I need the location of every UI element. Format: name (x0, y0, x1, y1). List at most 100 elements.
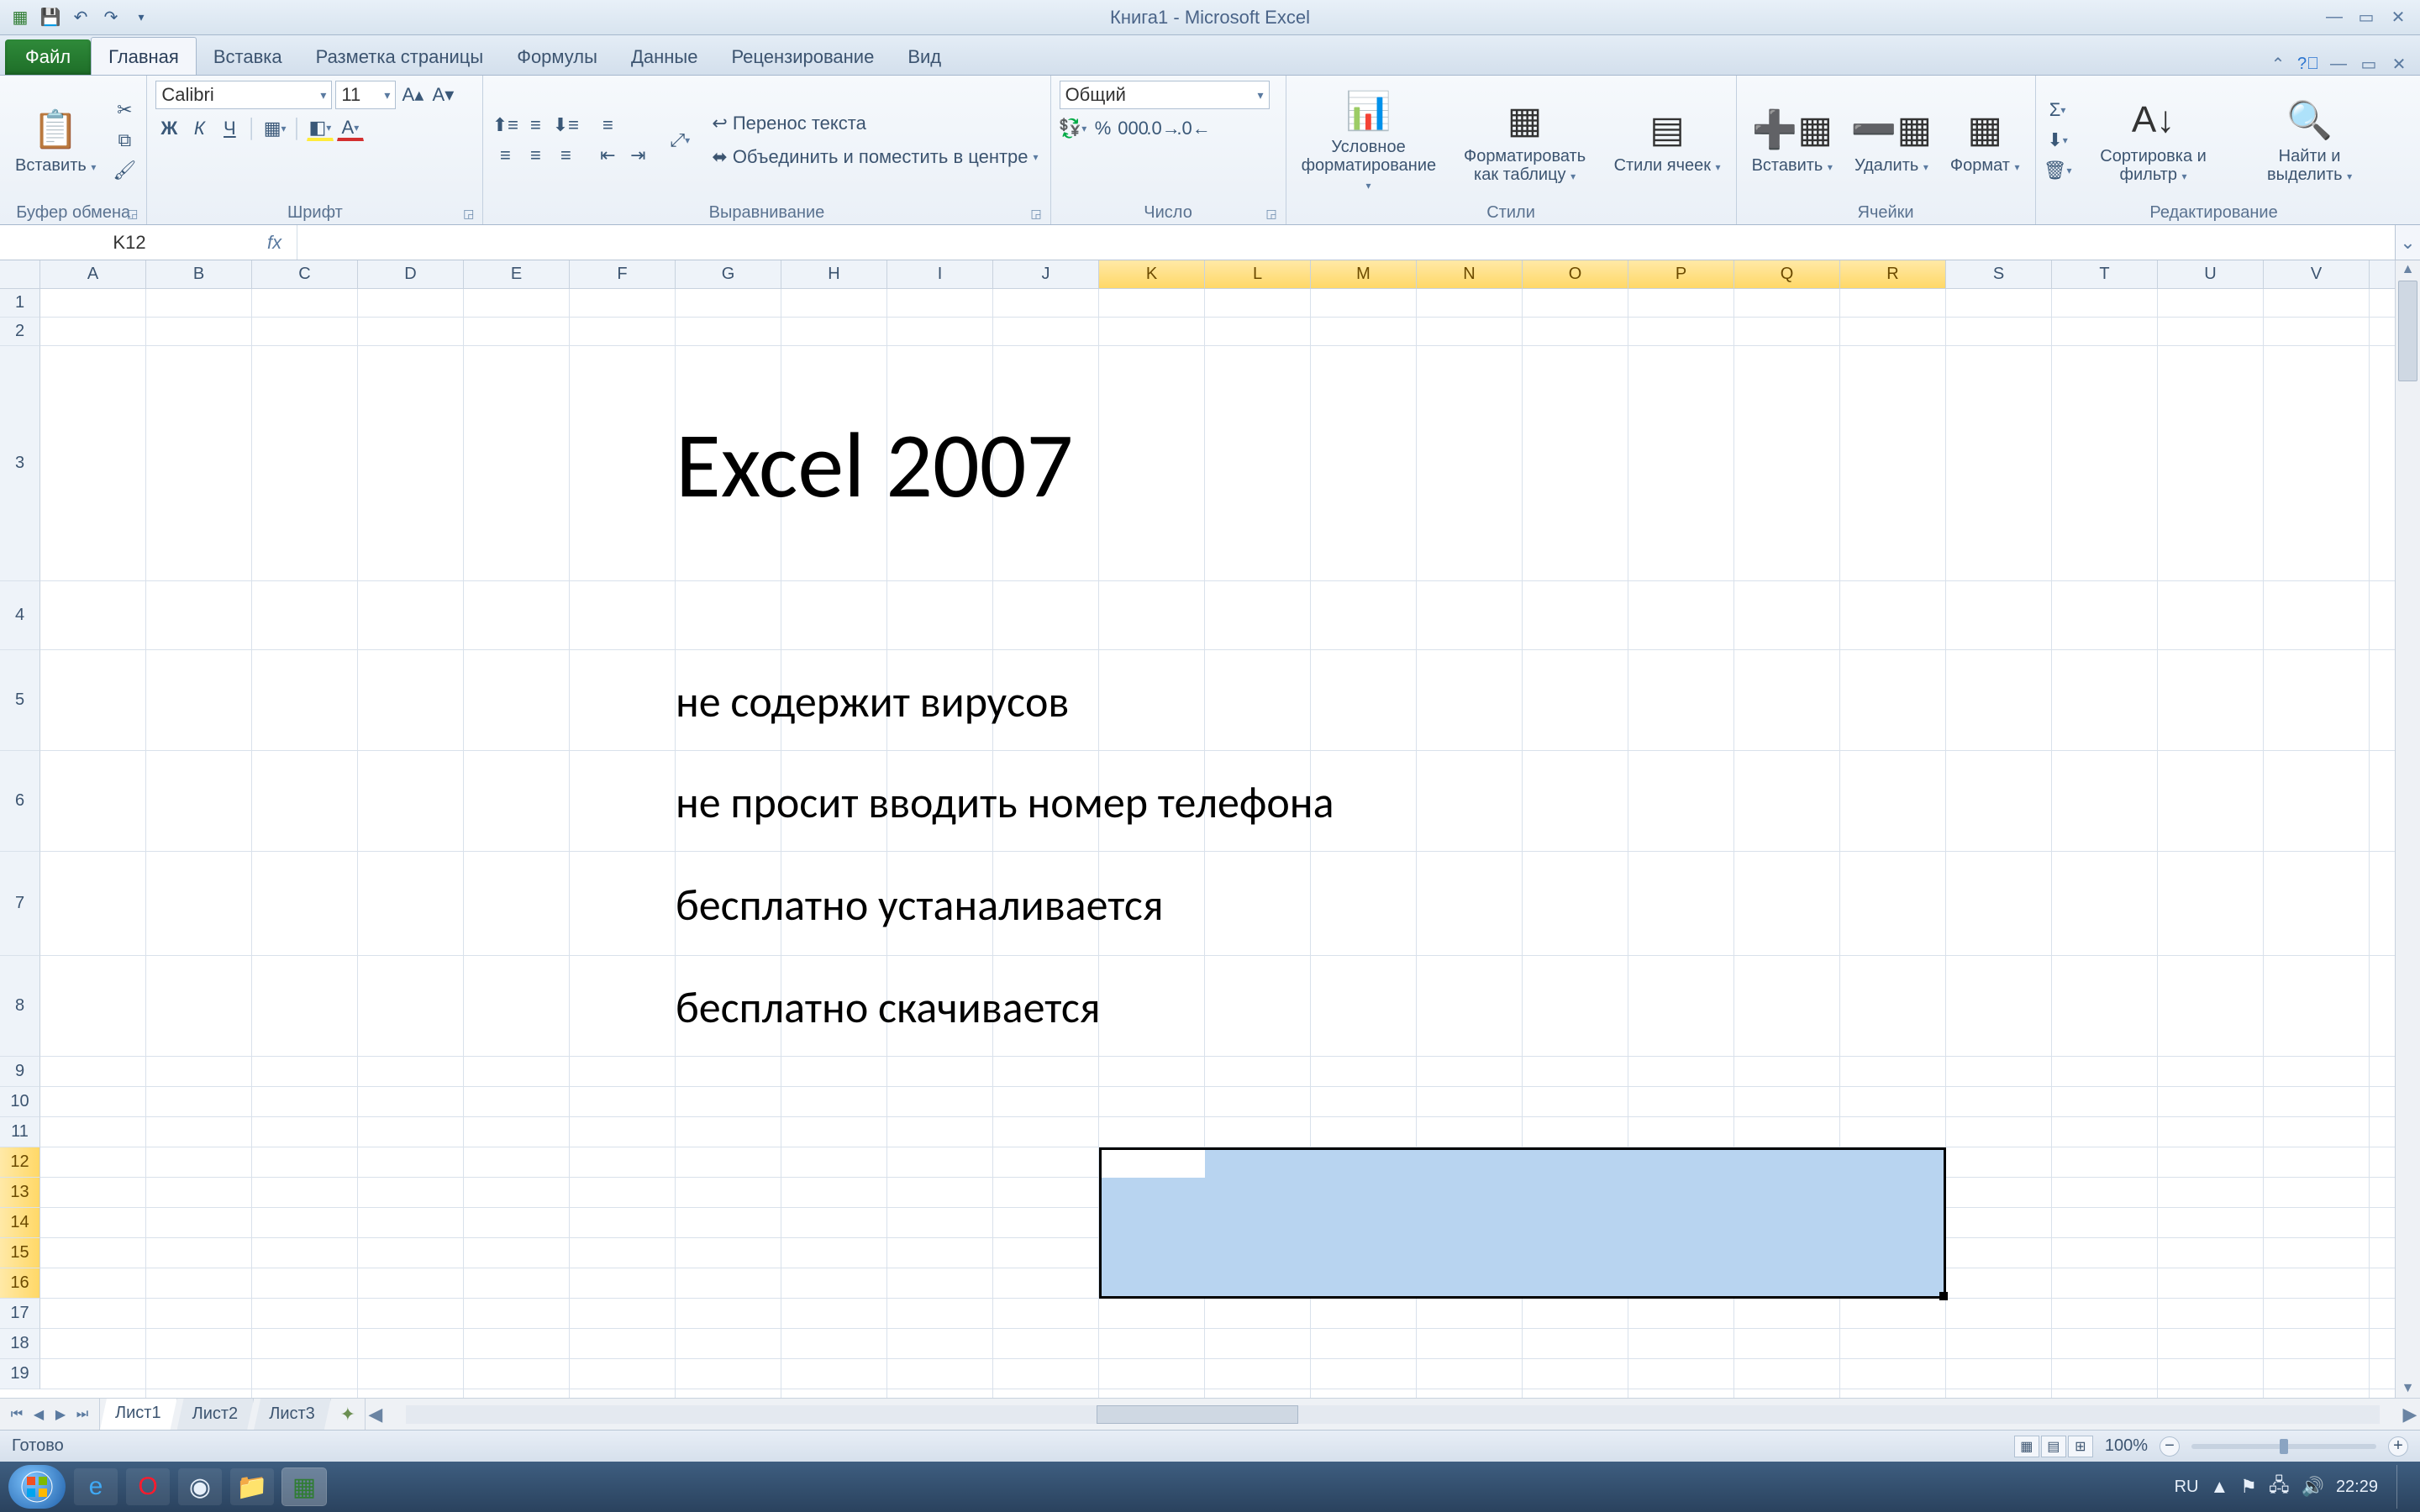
column-header[interactable]: A (40, 260, 146, 288)
column-header[interactable]: H (781, 260, 887, 288)
taskbar-chrome-icon[interactable]: ◉ (178, 1468, 222, 1505)
row-header[interactable]: 12 (0, 1147, 40, 1178)
normal-view-icon[interactable]: ▦ (2014, 1436, 2039, 1457)
scroll-up-icon[interactable]: ▲ (2396, 260, 2420, 279)
percent-icon[interactable]: % (1090, 116, 1117, 141)
column-header[interactable]: M (1311, 260, 1417, 288)
column-header[interactable]: B (146, 260, 252, 288)
underline-button[interactable]: Ч (216, 116, 243, 141)
mdi-minimize-icon[interactable]: ― (2328, 53, 2349, 75)
mdi-restore-icon[interactable]: ▭ (2358, 53, 2380, 75)
align-bottom-icon[interactable]: ⬇≡ (552, 113, 579, 138)
paste-button[interactable]: 📋 Вставить ▾ (8, 102, 103, 178)
tab-layout[interactable]: Разметка страницы (299, 38, 501, 75)
row-header[interactable]: 16 (0, 1268, 40, 1299)
font-launcher-icon[interactable]: ◲ (463, 207, 474, 221)
qat-customize-icon[interactable]: ▾ (129, 6, 153, 29)
column-header[interactable]: U (2158, 260, 2264, 288)
decrease-decimal-icon[interactable]: .0← (1181, 116, 1207, 141)
sheet-tab-2[interactable]: Лист2 (177, 1399, 255, 1430)
cut-icon[interactable]: ✂ (111, 97, 138, 123)
fill-icon[interactable]: ⬇▾ (2044, 128, 2071, 153)
zoom-slider[interactable] (2191, 1444, 2376, 1449)
name-box[interactable]: ▾ (0, 225, 252, 260)
bold-button[interactable]: Ж (155, 116, 182, 141)
tray-flag-icon[interactable]: ▲ (2210, 1476, 2228, 1498)
align-top-icon[interactable]: ⬆≡ (492, 113, 518, 138)
clipboard-launcher-icon[interactable]: ◲ (127, 207, 138, 221)
align-left-icon[interactable]: ≡ (492, 143, 518, 168)
close-button[interactable]: ✕ (2386, 8, 2410, 28)
zoom-out-icon[interactable]: − (2160, 1436, 2180, 1457)
row-header[interactable]: 18 (0, 1329, 40, 1359)
row-header[interactable]: 7 (0, 852, 40, 956)
row-header[interactable]: 10 (0, 1087, 40, 1117)
column-header[interactable]: T (2052, 260, 2158, 288)
column-header[interactable]: N (1417, 260, 1523, 288)
page-break-view-icon[interactable]: ⊞ (2068, 1436, 2093, 1457)
autosum-icon[interactable]: Σ▾ (2044, 97, 2071, 123)
cell-styles-button[interactable]: ▤ Стили ячеек ▾ (1607, 102, 1728, 178)
align-middle-icon[interactable]: ≡ (522, 113, 549, 138)
scroll-down-icon[interactable]: ▼ (2396, 1379, 2420, 1398)
column-header[interactable]: O (1523, 260, 1628, 288)
column-header[interactable]: K (1099, 260, 1205, 288)
mdi-close-icon[interactable]: ✕ (2388, 53, 2410, 75)
tray-network-icon[interactable]: 🖧 (2269, 1471, 2290, 1503)
align-bottom-sel-icon[interactable]: ≡ (594, 113, 621, 138)
row-header[interactable]: 14 (0, 1208, 40, 1238)
show-desktop-button[interactable] (2396, 1465, 2412, 1509)
file-tab[interactable]: Файл (5, 39, 91, 75)
font-color-icon[interactable]: A▾ (337, 116, 364, 141)
decrease-indent-icon[interactable]: ⇤ (594, 143, 621, 168)
zoom-level[interactable]: 100% (2105, 1436, 2148, 1456)
insert-cells-button[interactable]: ➕▦Вставить ▾ (1745, 102, 1839, 178)
select-all-corner[interactable] (0, 260, 40, 289)
increase-indent-icon[interactable]: ⇥ (624, 143, 651, 168)
row-header[interactable]: 8 (0, 956, 40, 1057)
start-button[interactable] (8, 1465, 66, 1509)
format-as-table-button[interactable]: ▦ Форматировать как таблицу ▾ (1451, 93, 1599, 187)
vertical-scrollbar[interactable]: ▲ ▼ (2395, 260, 2420, 1398)
redo-icon[interactable]: ↷ (99, 6, 123, 29)
tray-sound-icon[interactable]: 🔊 (2302, 1476, 2324, 1498)
align-center-icon[interactable]: ≡ (522, 143, 549, 168)
column-header[interactable]: R (1840, 260, 1946, 288)
increase-decimal-icon[interactable]: .0→ (1150, 116, 1177, 141)
comma-icon[interactable]: 000 (1120, 116, 1147, 141)
tab-formulas[interactable]: Формулы (500, 38, 614, 75)
help-icon[interactable]: ?⃝ (2297, 53, 2319, 75)
vscroll-thumb[interactable] (2398, 281, 2417, 381)
zoom-in-icon[interactable]: + (2388, 1436, 2408, 1457)
formula-input[interactable] (297, 225, 2395, 260)
find-select-button[interactable]: 🔍Найти и выделить ▾ (2236, 93, 2384, 187)
taskbar-excel-icon[interactable]: ▦ (282, 1468, 326, 1505)
font-size-combo[interactable]: 11▾ (335, 81, 396, 109)
sheet-next-icon[interactable]: ▶ (50, 1404, 71, 1425)
conditional-formatting-button[interactable]: 📊 Условное форматирование ▾ (1295, 84, 1443, 197)
delete-cells-button[interactable]: ➖▦Удалить ▾ (1848, 102, 1935, 178)
restore-button[interactable]: ▭ (2354, 8, 2378, 28)
column-header[interactable]: S (1946, 260, 2052, 288)
formula-bar-expand-icon[interactable]: ⌄ (2395, 225, 2420, 260)
grow-font-icon[interactable]: A▴ (399, 82, 426, 108)
column-header[interactable]: I (887, 260, 993, 288)
column-header[interactable]: V (2264, 260, 2370, 288)
row-header[interactable]: 6 (0, 751, 40, 852)
column-header[interactable]: C (252, 260, 358, 288)
sheet-tab-1[interactable]: Лист1 (100, 1399, 177, 1430)
taskbar-explorer-icon[interactable]: 📁 (230, 1468, 274, 1505)
sheet-last-icon[interactable]: ⏭ (72, 1404, 92, 1425)
clear-icon[interactable]: 🗑▾ (2044, 158, 2071, 183)
fill-handle[interactable] (1939, 1292, 1948, 1300)
fx-icon[interactable]: fx (252, 225, 297, 260)
minimize-button[interactable]: ― (2323, 8, 2346, 28)
copy-icon[interactable]: ⧉ (111, 128, 138, 153)
sheet-prev-icon[interactable]: ◀ (29, 1404, 49, 1425)
column-header[interactable]: E (464, 260, 570, 288)
number-launcher-icon[interactable]: ◲ (1265, 207, 1276, 221)
alignment-launcher-icon[interactable]: ◲ (1030, 207, 1041, 221)
orientation-icon[interactable]: ⤢▾ (666, 128, 693, 153)
tab-review[interactable]: Рецензирование (714, 38, 891, 75)
column-header[interactable]: L (1205, 260, 1311, 288)
